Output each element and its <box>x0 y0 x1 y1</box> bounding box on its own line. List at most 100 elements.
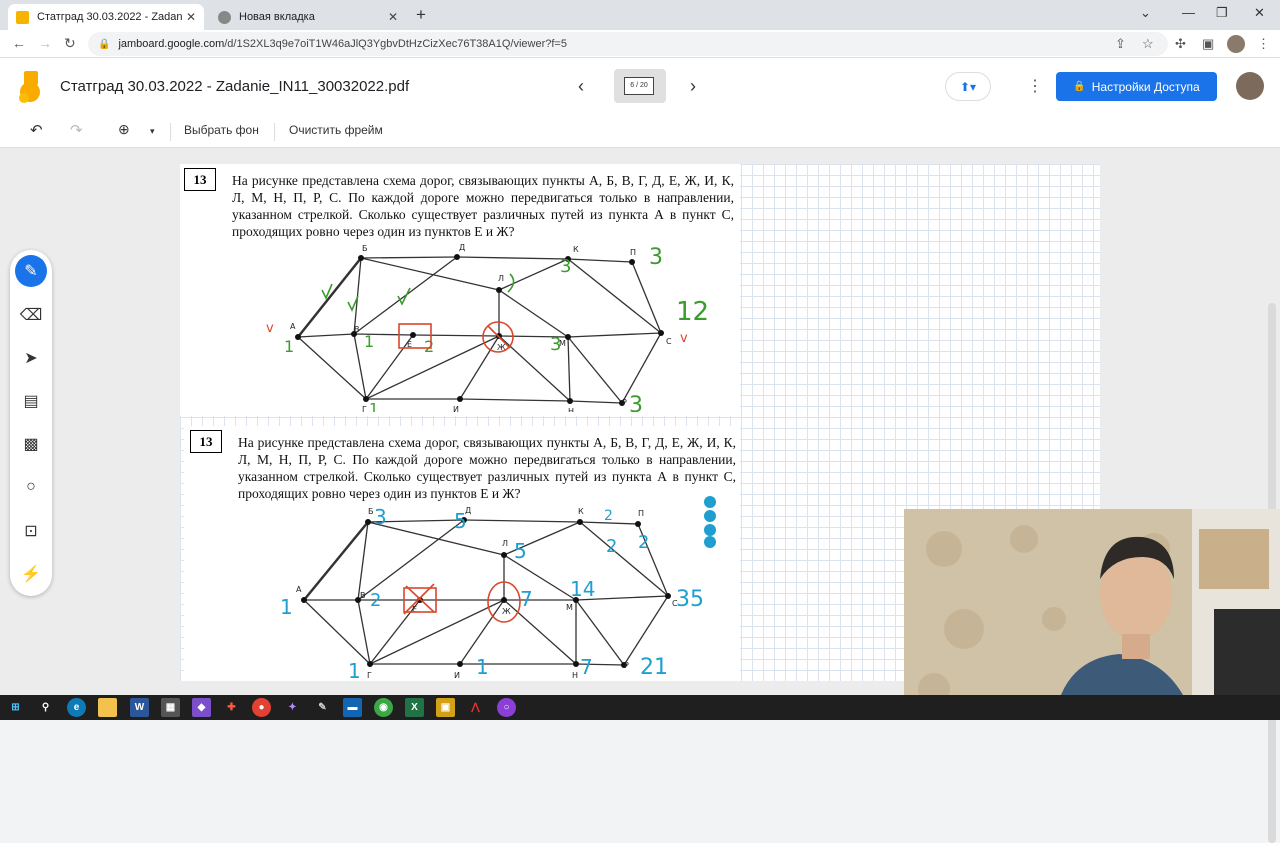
chrome-icon[interactable]: ● <box>252 698 271 717</box>
zoom-icon[interactable]: ⊕ <box>118 121 130 138</box>
sticky-note-icon[interactable]: ▤ <box>15 385 47 417</box>
obs-icon[interactable]: ○ <box>497 698 516 717</box>
app-icon[interactable]: ▦ <box>161 698 180 717</box>
maximize-icon[interactable]: ❐ <box>1216 5 1228 21</box>
circle-icon[interactable]: ○ <box>15 471 47 503</box>
close-icon[interactable]: ✕ <box>186 10 196 24</box>
address-bar-row: ← → ↻ 🔒 jamboard.google.com/d/1S2XL3q9e7… <box>0 30 1280 58</box>
ink-annotation: 1 <box>364 332 374 351</box>
divider <box>170 123 171 141</box>
acrobat-icon[interactable]: ⋀ <box>466 698 485 717</box>
ink-annotation: 2 <box>604 508 613 524</box>
back-icon[interactable]: ← <box>12 35 26 51</box>
excel-icon[interactable]: X <box>405 698 424 717</box>
clear-frame-button[interactable]: Очистить фрейм <box>289 123 383 137</box>
eraser-icon[interactable]: ⌫ <box>15 299 47 331</box>
lock-icon: 🔒 <box>1073 81 1086 92</box>
windows-taskbar: ⊞ ⚲ e W ▦ ◆ ✚ ● ✦ ✎ ▬ ◉ X ▣ ⋀ ○ <box>0 695 1280 720</box>
windows-start-icon[interactable]: ⊞ <box>6 698 25 717</box>
node-label: Н <box>568 407 574 412</box>
present-button[interactable]: ⬆▾ <box>945 72 991 101</box>
problem-number: 13 <box>190 430 222 453</box>
more-menu-icon[interactable]: ⋮ <box>1257 36 1270 52</box>
problem-number: 13 <box>184 168 216 191</box>
profile-avatar[interactable] <box>1227 35 1245 53</box>
zoom-dropdown-icon[interactable]: ▾ <box>150 126 155 137</box>
reload-icon[interactable]: ↻ <box>64 35 76 52</box>
share-page-icon[interactable]: ⇪ <box>1115 36 1126 52</box>
close-icon[interactable]: ✕ <box>388 10 398 24</box>
app-icon[interactable]: ▣ <box>436 698 455 717</box>
node-label: Г <box>367 671 372 680</box>
next-frame-icon[interactable]: › <box>690 76 696 97</box>
node-label: Л <box>502 539 508 548</box>
ink-annotation: 1 <box>284 337 294 356</box>
problem-card-2: 13 На рисунке представлена схема дорог, … <box>184 426 740 682</box>
pen-app-icon[interactable]: ✎ <box>313 698 332 717</box>
drawing-tools-panel: ✎ ⌫ ➤ ▤ ▩ ○ ⊡ ⚡ <box>10 250 52 596</box>
app-icon[interactable]: ✚ <box>222 698 241 717</box>
node-label: А <box>296 585 302 594</box>
extensions-icon[interactable]: ✣ <box>1175 36 1186 52</box>
edge-icon[interactable]: e <box>67 698 86 717</box>
search-icon[interactable]: ⚲ <box>36 698 55 717</box>
ink-annotation: 3 <box>550 334 561 355</box>
user-avatar[interactable] <box>1236 72 1264 100</box>
prev-frame-icon[interactable]: ‹ <box>578 76 584 97</box>
tab-label: Новая вкладка <box>239 11 315 23</box>
node-label: В <box>360 591 366 600</box>
bookmark-star-icon[interactable]: ☆ <box>1142 36 1154 52</box>
pen-icon[interactable]: ✎ <box>15 255 47 287</box>
app-icon[interactable]: ✦ <box>283 698 302 717</box>
node-label: Н <box>572 671 578 680</box>
ink-annotation: 7 <box>520 587 533 611</box>
tab-search-icon[interactable]: ⌄ <box>1140 5 1151 21</box>
ink-annotation: 3 <box>374 505 387 529</box>
redo-icon[interactable]: ↷ <box>70 121 83 139</box>
node-label: Р <box>624 661 629 670</box>
problem-card-1: 13 На рисунке представлена схема дорог, … <box>180 164 740 416</box>
undo-icon[interactable]: ↶ <box>30 121 43 139</box>
problem-text: На рисунке представлена схема дорог, свя… <box>238 435 736 501</box>
jamboard-favicon-icon <box>16 10 29 24</box>
word-icon[interactable]: W <box>130 698 149 717</box>
forward-icon[interactable]: → <box>38 35 52 51</box>
frame-indicator[interactable]: 6 / 20 <box>614 69 666 103</box>
close-window-icon[interactable]: ✕ <box>1254 5 1265 21</box>
image-icon[interactable]: ▩ <box>15 428 47 460</box>
sidepanel-icon[interactable]: ▣ <box>1202 36 1214 52</box>
share-label: Настройки Доступа <box>1091 79 1200 94</box>
divider <box>274 123 275 141</box>
node-label: П <box>638 509 644 518</box>
presenter-video <box>904 509 1280 720</box>
visual-studio-icon[interactable]: ◆ <box>192 698 211 717</box>
node-label: А <box>290 322 296 331</box>
node-label: П <box>630 248 636 257</box>
ink-annotation: 14 <box>570 577 595 601</box>
ink-annotation: 7 <box>580 655 593 679</box>
ink-dots <box>704 496 716 548</box>
node-label: К <box>578 507 584 516</box>
file-explorer-icon[interactable] <box>98 698 117 717</box>
board-toolbar: ↶ ↷ ⊕ ▾ Выбрать фон Очистить фрейм <box>0 115 1280 148</box>
tab-new[interactable]: Новая вкладка ✕ <box>210 4 406 30</box>
url-path: /d/1S2XL3q9e7oiT1W46aJlQ3YgbvDtHzCizXec7… <box>224 38 567 50</box>
app-header: Статград 30.03.2022 - Zadanie_IN11_30032… <box>0 58 1280 115</box>
set-background-button[interactable]: Выбрать фон <box>184 123 259 137</box>
terminal-icon[interactable]: ▬ <box>343 698 362 717</box>
url-field[interactable]: 🔒 jamboard.google.com/d/1S2XL3q9e7oiT1W4… <box>88 32 1168 56</box>
ink-annotation: 1 <box>369 400 379 412</box>
laser-icon[interactable]: ⚡ <box>15 558 47 590</box>
textbox-icon[interactable]: ⊡ <box>15 515 47 547</box>
more-options-icon[interactable]: ⋮ <box>1027 76 1043 96</box>
road-graph-1: А Б В Г Д Е Ж И К Л М Н П Р С 1 1 1 2 3 … <box>266 243 709 412</box>
app-icon[interactable]: ◉ <box>374 698 393 717</box>
select-icon[interactable]: ➤ <box>15 342 47 374</box>
minimize-icon[interactable]: — <box>1182 5 1195 20</box>
share-button[interactable]: 🔒 Настройки Доступа <box>1056 72 1217 101</box>
webcam-overlay <box>904 509 1280 720</box>
tab-jamboard[interactable]: Статград 30.03.2022 - Zadanie_IN ✕ <box>8 4 204 30</box>
ink-annotation: 35 <box>676 587 704 612</box>
document-title[interactable]: Статград 30.03.2022 - Zadanie_IN11_30032… <box>60 78 409 95</box>
new-tab-icon[interactable]: + <box>416 5 426 25</box>
